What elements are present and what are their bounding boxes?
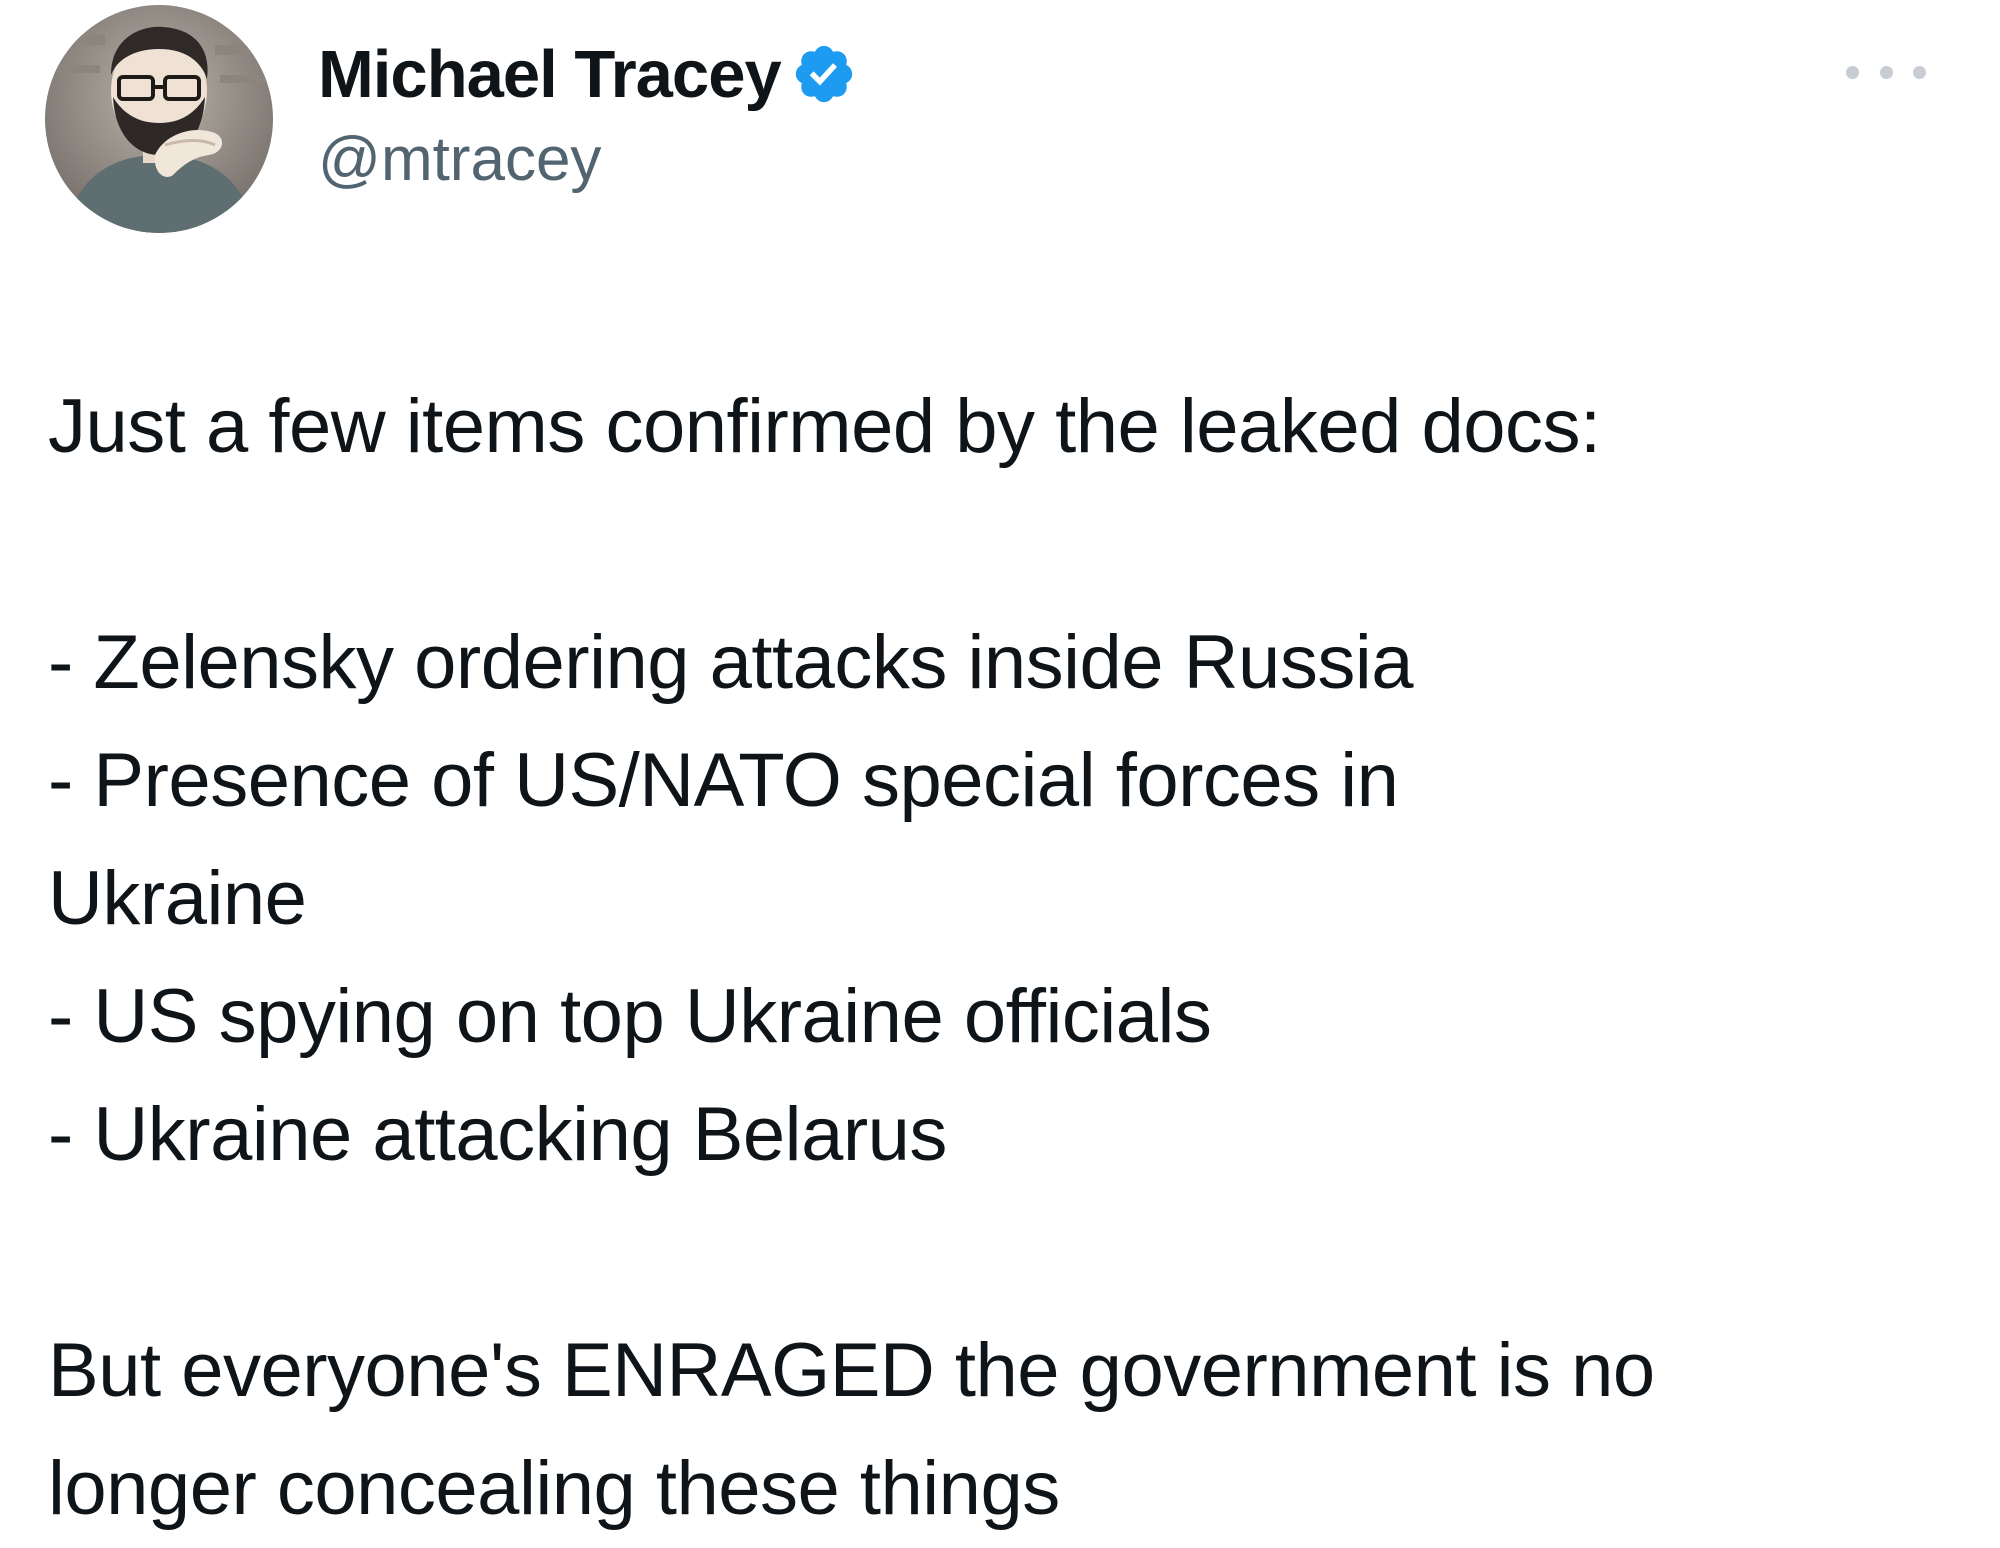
more-horizontal-icon: [1913, 65, 1926, 79]
tweet-list-item: - Zelensky ordering attacks inside Russi…: [48, 620, 1413, 705]
tweet-list-item: - Ukraine attacking Belarus: [48, 1092, 947, 1177]
author-display-name[interactable]: Michael Tracey: [318, 36, 782, 113]
verified-badge-icon[interactable]: [791, 41, 857, 107]
tweet-card: Michael Tracey @mtracey Just a few items…: [0, 0, 2000, 1535]
more-horizontal-icon: [1879, 65, 1893, 79]
tweet-closing: But everyone's ENRAGED the government is…: [48, 1328, 1655, 1531]
tweet-text: Just a few items confirmed by the leaked…: [48, 368, 1948, 1548]
more-horizontal-icon: [1846, 65, 1859, 79]
tweet-intro: Just a few items confirmed by the leaked…: [48, 384, 1601, 469]
author-name-row: Michael Tracey: [318, 34, 857, 114]
tweet-list-item: - US spying on top Ukraine officials: [48, 974, 1212, 1059]
avatar-photo-icon: [45, 5, 273, 233]
author-handle[interactable]: @mtracey: [318, 124, 601, 195]
author-avatar[interactable]: [45, 5, 273, 233]
more-options-button[interactable]: [1846, 52, 1926, 92]
tweet-list-item: - Presence of US/NATO special forces in …: [48, 738, 1399, 941]
